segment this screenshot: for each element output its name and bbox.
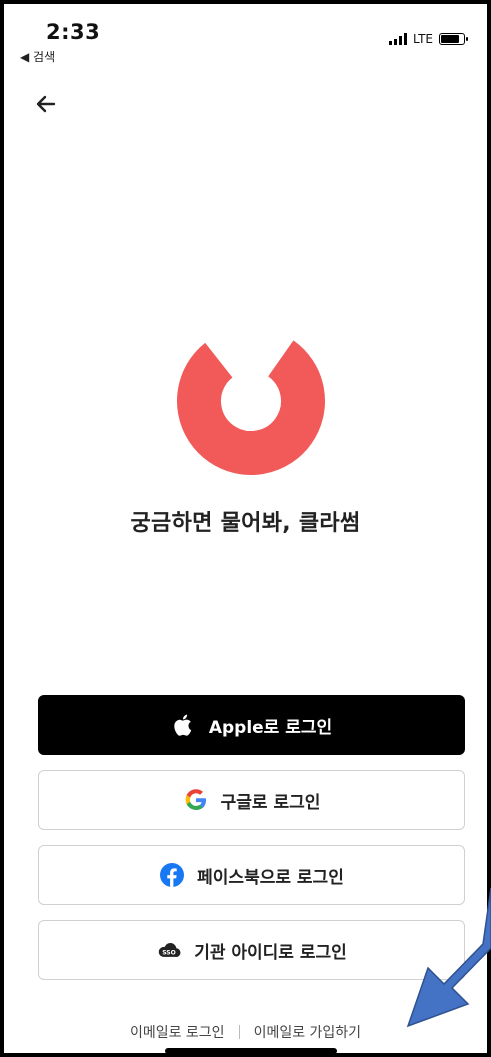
network-label: LTE bbox=[413, 32, 433, 46]
email-signup-link[interactable]: 이메일로 가입하기 bbox=[254, 1022, 362, 1042]
sso-cloud-icon: SSO bbox=[156, 937, 182, 963]
facebook-icon bbox=[159, 862, 185, 888]
status-indicators: LTE bbox=[389, 32, 468, 46]
back-arrow-button[interactable] bbox=[28, 86, 64, 122]
links-divider bbox=[238, 1025, 240, 1039]
google-login-button[interactable]: 구글로 로그인 bbox=[38, 770, 465, 830]
annotation-arrow-icon bbox=[406, 888, 491, 1028]
signal-icon bbox=[389, 33, 408, 45]
tagline: 궁금하면 물어봐, 클라썸 bbox=[130, 511, 361, 536]
apple-login-label: Apple로 로그인 bbox=[208, 717, 333, 738]
battery-icon bbox=[439, 33, 468, 45]
apple-icon bbox=[171, 712, 197, 738]
email-login-link[interactable]: 이메일로 로그인 bbox=[130, 1022, 225, 1042]
back-to-app-link[interactable]: ◀ 검색 bbox=[20, 48, 55, 65]
speech-bubble-c-logo bbox=[177, 327, 325, 475]
home-indicator bbox=[165, 1048, 337, 1054]
sso-login-button[interactable]: SSO 기관 아이디로 로그인 bbox=[38, 920, 465, 980]
apple-login-button[interactable]: Apple로 로그인 bbox=[38, 695, 465, 755]
sso-login-label: 기관 아이디로 로그인 bbox=[194, 942, 347, 963]
google-login-label: 구글로 로그인 bbox=[220, 792, 321, 813]
svg-text:SSO: SSO bbox=[162, 949, 176, 956]
facebook-login-button[interactable]: 페이스북으로 로그인 bbox=[38, 845, 465, 905]
google-icon bbox=[183, 787, 209, 813]
arrow-left-icon bbox=[36, 95, 56, 113]
facebook-login-label: 페이스북으로 로그인 bbox=[197, 867, 344, 888]
status-bar: 2:33 ◀ 검색 LTE bbox=[0, 0, 491, 70]
status-time: 2:33 bbox=[46, 20, 101, 44]
